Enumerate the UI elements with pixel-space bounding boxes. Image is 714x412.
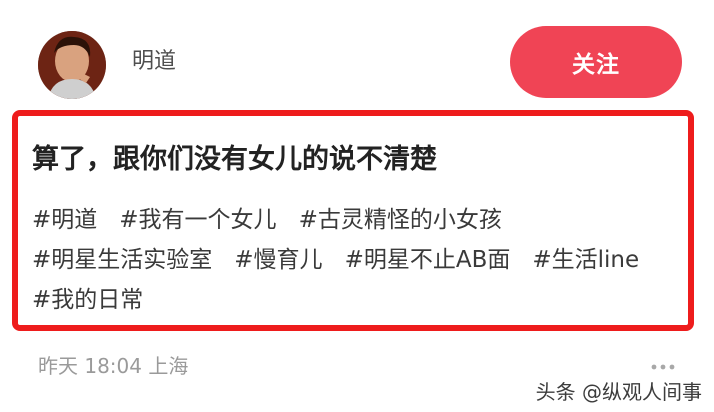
hashtag-link[interactable]: #我的日常 bbox=[32, 280, 143, 320]
post-title: 算了，跟你们没有女儿的说不清楚 bbox=[32, 144, 437, 175]
post-tags: #明道 #我有一个女儿 #古灵精怪的小女孩 #明星生活实验室 #慢育儿 #明星不止AB面 #… bbox=[32, 200, 672, 320]
hashtag-link[interactable]: #明星生活实验室 bbox=[32, 240, 212, 280]
author-name[interactable]: 明道 bbox=[132, 46, 176, 78]
hashtag-link[interactable]: #我有一个女儿 bbox=[119, 200, 276, 240]
hashtag-link[interactable]: #明道 bbox=[32, 200, 97, 240]
hashtag-link[interactable]: #慢育儿 bbox=[234, 240, 322, 280]
hashtag-link[interactable]: #明星不止AB面 bbox=[345, 240, 511, 280]
hashtag-link[interactable]: #古灵精怪的小女孩 bbox=[299, 200, 502, 240]
follow-button[interactable]: 关注 bbox=[510, 26, 682, 98]
author-avatar[interactable] bbox=[38, 31, 106, 99]
avatar-portrait-icon bbox=[38, 31, 106, 99]
post-meta: 昨天 18:04 上海 bbox=[38, 354, 189, 378]
hashtag-link[interactable]: #生活line bbox=[532, 240, 639, 280]
watermark: 头条 @纵观人间事 bbox=[535, 380, 702, 404]
